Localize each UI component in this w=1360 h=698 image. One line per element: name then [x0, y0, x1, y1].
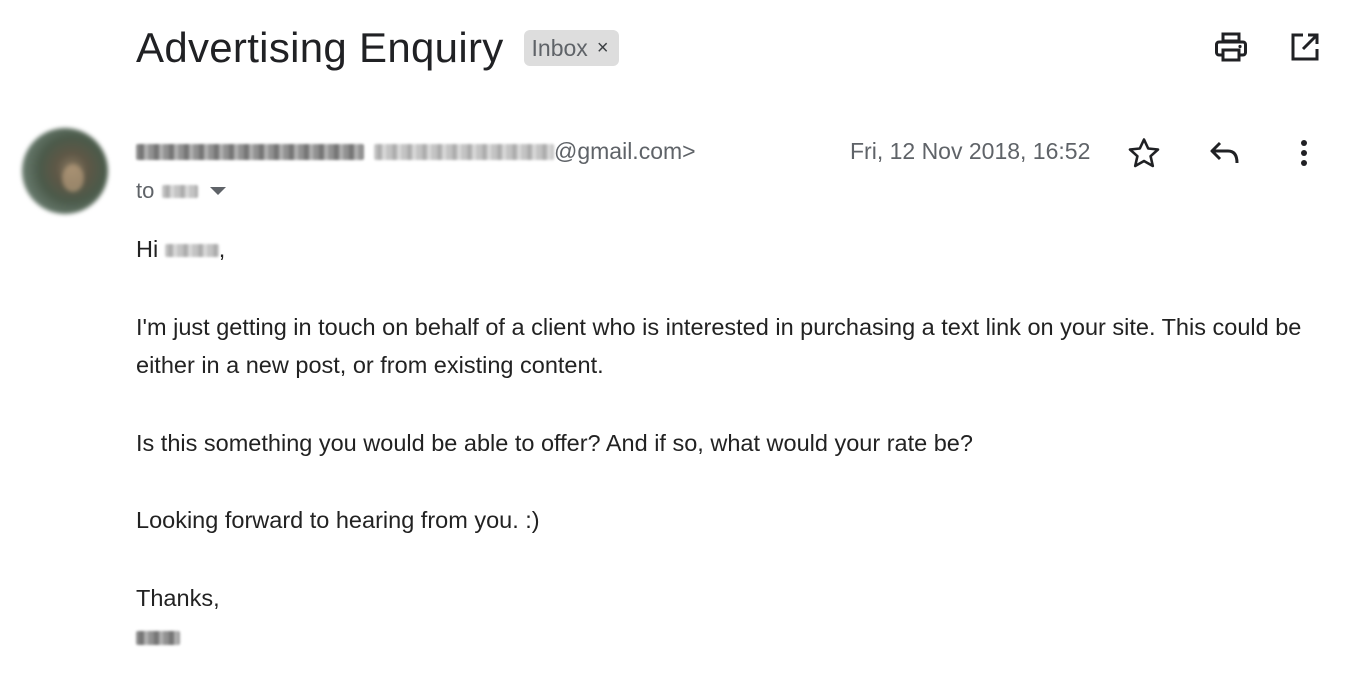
more-options-button[interactable]: [1287, 136, 1321, 170]
print-all-button[interactable]: [1214, 30, 1248, 64]
sender-email-domain: @gmail.com>: [554, 138, 696, 164]
reply-icon: [1210, 141, 1239, 164]
email-subject: Advertising Enquiry: [136, 24, 504, 71]
recipient-name-redacted: [164, 244, 219, 258]
open-in-new-window-button[interactable]: [1288, 30, 1322, 64]
signature-line: [136, 617, 1336, 656]
body-paragraph: I'm just getting in touch on behalf of a…: [136, 313, 1302, 379]
to-label: to: [136, 178, 155, 203]
signoff: Thanks,: [136, 584, 220, 611]
avatar-photo: [62, 164, 84, 192]
sender-avatar[interactable]: [22, 128, 108, 214]
greeting-comma: ,: [218, 236, 226, 262]
thread-actions: [1214, 30, 1322, 64]
greeting-prefix: Hi: [136, 236, 159, 262]
message-actions: [1125, 134, 1325, 172]
sender-name-redacted[interactable]: [136, 143, 364, 160]
recipient-redacted: [162, 184, 199, 198]
email-view: Advertising Enquiry Inbox × @gmail.com> …: [0, 0, 1360, 698]
email-date: Fri, 12 Nov 2018, 16:52: [850, 138, 1091, 164]
sender-row: @gmail.com>: [136, 138, 696, 165]
signature-redacted: [136, 630, 180, 645]
greeting-line: Hi ,: [136, 230, 1336, 269]
chevron-down-icon[interactable]: [210, 187, 227, 195]
star-button[interactable]: [1127, 136, 1161, 170]
body-paragraph: Is this something you would be able to o…: [136, 429, 973, 456]
remove-label-icon[interactable]: ×: [597, 38, 609, 58]
subject-row: Advertising Enquiry Inbox ×: [136, 22, 619, 74]
print-icon: [1215, 32, 1247, 62]
recipient-row: to: [136, 178, 227, 204]
inbox-label-chip[interactable]: Inbox ×: [523, 30, 619, 66]
label-chip-text: Inbox: [531, 34, 588, 61]
more-vert-icon: [1301, 140, 1307, 166]
body-paragraph: Looking forward to hearing from you. :): [136, 507, 540, 533]
open-in-new-window-icon: [1291, 33, 1319, 61]
star-icon: [1128, 138, 1160, 168]
sender-email-redacted: [374, 143, 554, 160]
reply-button[interactable]: [1207, 136, 1241, 170]
email-body: Hi , I'm just getting in touch on behalf…: [136, 230, 1336, 656]
